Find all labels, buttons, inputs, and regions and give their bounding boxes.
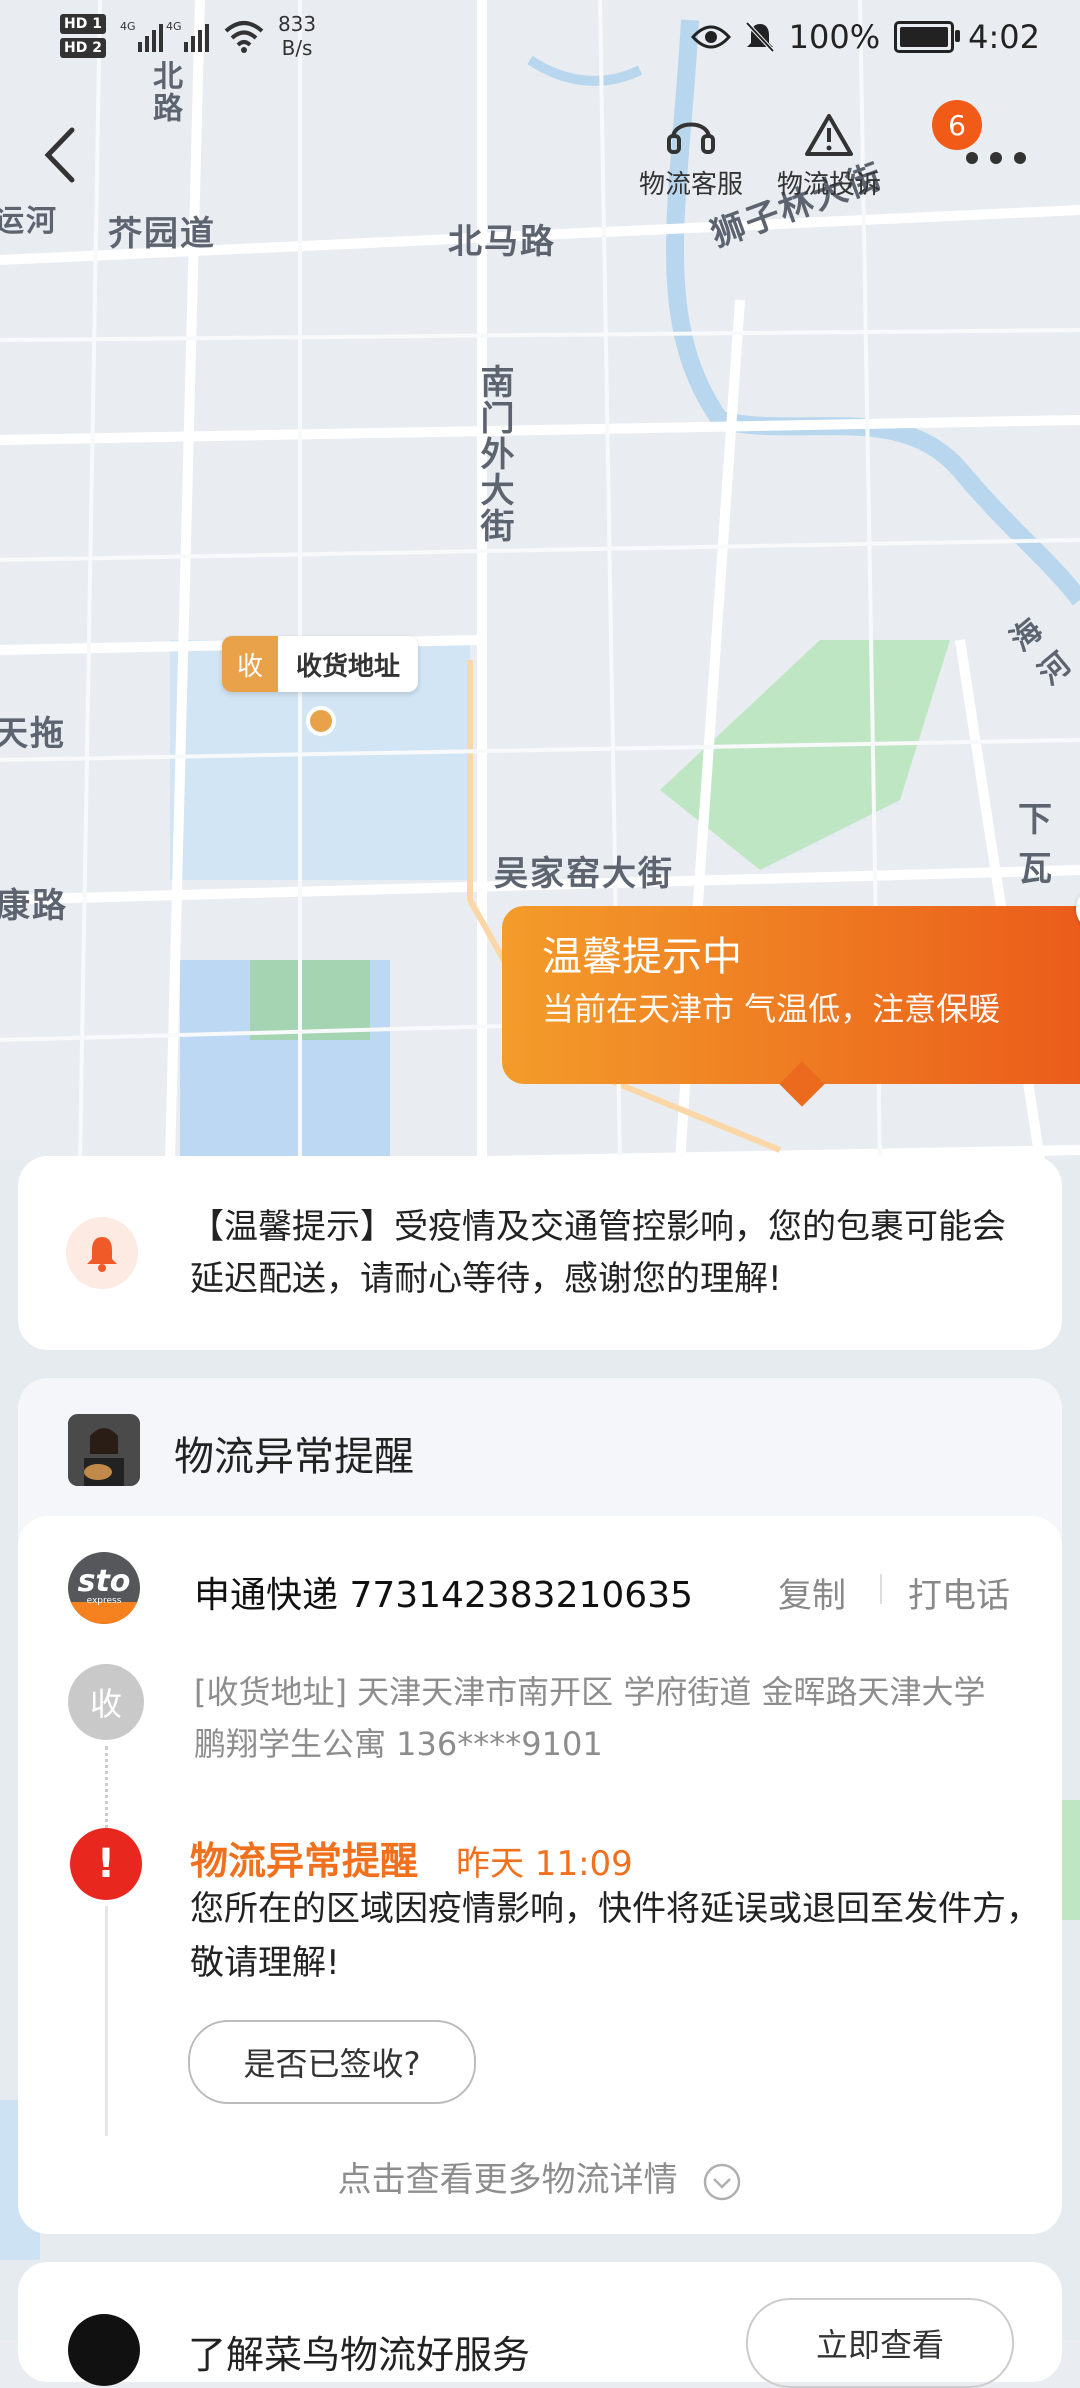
back-arrow-icon <box>44 127 75 183</box>
shipment-detail-card: sto express 申通快递 773142383210635 复制 打电话 … <box>18 1516 1062 2234</box>
logistics-complaint-button[interactable]: 物流投诉 <box>754 110 904 201</box>
tip-text: 当前在天津市 气温低，注意保暖 <box>542 990 1001 1028</box>
more-details-label: 点击查看更多物流详情 <box>337 2160 678 2200</box>
chevron-down-icon <box>704 2163 741 2200</box>
svg-text:4G: 4G <box>166 20 182 33</box>
receive-pin-label: 收货地址 <box>296 651 401 682</box>
hd1-badge: HD 1 <box>60 14 106 34</box>
notice-text: 【温馨提示】受疫情及交通管控影响，您的包裹可能会延迟配送，请耐心等待，感谢您的理… <box>190 1207 1006 1299</box>
copy-button[interactable]: 复制 <box>778 1568 846 1617</box>
receive-tag: 收 <box>222 636 278 692</box>
more-button[interactable]: 6 <box>932 100 1060 200</box>
receive-badge: 收 <box>68 1664 144 1740</box>
carrier-tracking-number: 申通快递 773142383210635 <box>194 1575 694 1616</box>
map-label-tiantuo: 天拖 <box>0 714 66 754</box>
cainiao-service-title: 了解菜鸟物流好服务 <box>188 2333 531 2377</box>
bell-icon <box>66 1217 138 1289</box>
signed-confirm-button[interactable]: 是否已签收? <box>188 2020 476 2104</box>
notice-card: 【温馨提示】受疫情及交通管控影响，您的包裹可能会延迟配送，请耐心等待，感谢您的理… <box>18 1156 1062 1350</box>
warning-icon <box>805 114 853 156</box>
notification-badge: 6 <box>932 100 982 150</box>
eye-icon <box>690 25 731 49</box>
sto-logo: sto express <box>68 1552 140 1624</box>
abnormal-title: 物流异常提醒 <box>174 1434 414 1480</box>
tip-title: 温馨提示中 <box>542 934 742 980</box>
map-label-kang-road: 康路 <box>0 886 68 926</box>
map-label-nanmenwai-street: 南门外大街 <box>474 364 514 544</box>
event-time: 昨天 11:09 <box>456 1844 633 1884</box>
more-logistics-details-link[interactable]: 点击查看更多物流详情 <box>18 2152 1062 2202</box>
back-button[interactable] <box>30 120 100 200</box>
cainiao-service-card: 了解菜鸟物流好服务 立即查看 <box>18 2262 1062 2388</box>
location-dot <box>306 706 336 736</box>
receive-address: [收货地址] 天津天津市南开区 学府街道 金晖路天津大学鹏翔学生公寓 136**… <box>194 1673 986 1763</box>
clock: 4:02 <box>968 18 1040 56</box>
avatar <box>68 1414 140 1486</box>
mute-bell-icon <box>745 21 775 53</box>
view-now-button[interactable]: 立即查看 <box>746 2298 1014 2388</box>
warm-tip-bubble[interactable]: 温馨提示中 当前在天津市 气温低，注意保暖 × <box>502 886 1080 1107</box>
headset-icon <box>667 122 715 154</box>
top-nav: 物流客服 物流投诉 6 <box>0 100 1080 220</box>
signal-icon: 4G 4G <box>120 20 209 52</box>
logistics-service-button[interactable]: 物流客服 <box>616 110 766 201</box>
receive-address-pin[interactable]: 收 收货地址 <box>222 636 419 692</box>
logistics-complaint-label: 物流投诉 <box>776 170 881 200</box>
map-label-wujiayao-street: 吴家窑大街 <box>494 854 674 894</box>
net-speed: 833 B/s <box>277 12 317 60</box>
battery-percent: 100% <box>788 18 881 56</box>
call-button[interactable]: 打电话 <box>908 1568 1010 1617</box>
battery-icon <box>894 21 961 53</box>
logistics-service-label: 物流客服 <box>638 170 743 200</box>
alert-icon: ! <box>70 1828 142 1900</box>
map-label-beima-road: 北马路 <box>448 222 556 262</box>
cainiao-logo-icon <box>68 2314 140 2386</box>
map-label-xiawa: 下瓦 <box>1018 800 1054 889</box>
event-title: 物流异常提醒 <box>190 1839 419 1883</box>
svg-text:4G: 4G <box>120 20 136 33</box>
divider <box>880 1574 882 1604</box>
status-bar: HD 1 HD 2 4G 4G 833 B/s 100% 4:02 <box>0 0 1080 80</box>
hd2-badge: HD 2 <box>60 38 106 58</box>
wifi-icon <box>224 21 264 53</box>
event-description: 您所在的区域因疫情影响，快件将延误或退回至发件方，敬请理解! <box>190 1889 1040 1983</box>
